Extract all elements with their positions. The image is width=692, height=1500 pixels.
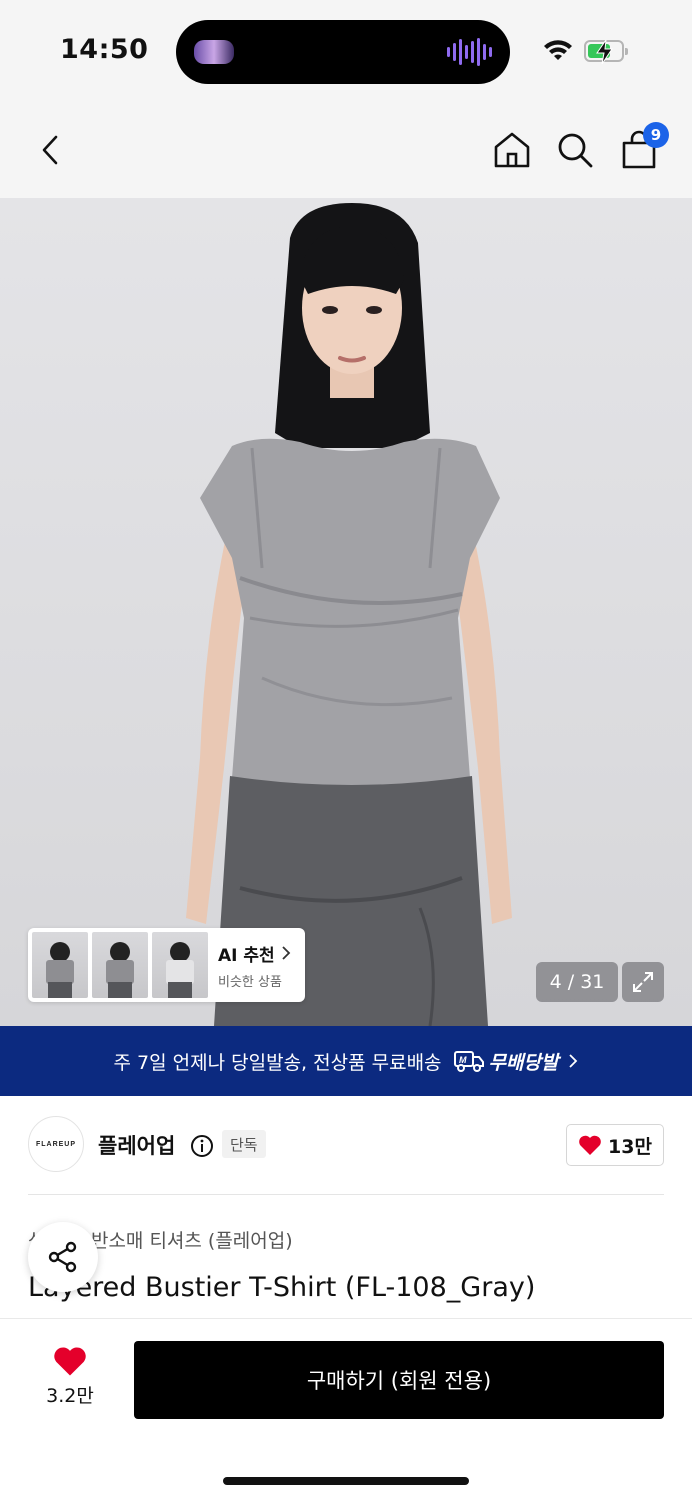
battery-icon bbox=[584, 40, 628, 64]
brand-logo[interactable]: FLAREUP bbox=[28, 1116, 84, 1172]
chevron-right-icon bbox=[282, 946, 290, 960]
info-icon[interactable] bbox=[190, 1134, 214, 1158]
status-bar: 14:50 bbox=[0, 0, 692, 100]
wishlist-count: 3.2만 bbox=[46, 1385, 94, 1407]
free-shipping-banner[interactable]: 주 7일 언제나 당일발송, 전상품 무료배송 M 무배당발 bbox=[0, 1026, 692, 1096]
home-button[interactable] bbox=[490, 126, 534, 174]
truck-badge-letter: M bbox=[459, 1055, 467, 1065]
exclusive-tag: 단독 bbox=[222, 1130, 266, 1158]
brand-like-button[interactable]: 13만 bbox=[566, 1124, 664, 1166]
banner-brand-label: 무배당발 bbox=[488, 1051, 559, 1074]
brand-row: FLAREUP 플레어업 단독 13만 bbox=[28, 1116, 664, 1174]
product-image-carousel[interactable]: AI 추천 비슷한 상품 4 / 31 bbox=[0, 198, 692, 1026]
brand-name[interactable]: 플레어업 bbox=[98, 1130, 175, 1160]
wifi-icon bbox=[544, 40, 572, 60]
now-playing-artwork bbox=[194, 40, 234, 64]
ai-recommend-title-row: AI 추천 bbox=[218, 941, 291, 966]
image-counter: 4 / 31 bbox=[536, 962, 618, 1002]
ai-recommend-card[interactable]: AI 추천 비슷한 상품 bbox=[28, 928, 305, 1002]
back-icon bbox=[42, 135, 58, 165]
ai-recommend-title: AI 추천 bbox=[218, 945, 275, 966]
dynamic-island[interactable] bbox=[176, 20, 510, 84]
heart-icon bbox=[579, 1135, 601, 1155]
divider bbox=[28, 1194, 664, 1195]
expand-icon bbox=[633, 972, 653, 992]
search-icon bbox=[558, 133, 593, 168]
brand-like-count: 13만 bbox=[608, 1135, 652, 1158]
home-icon bbox=[494, 132, 530, 168]
product-title: Layered Bustier T-Shirt (FL-108_Gray) bbox=[28, 1272, 536, 1303]
home-indicator[interactable] bbox=[223, 1477, 469, 1485]
bottom-action-bar: 3.2만 구매하기 (회원 전용) bbox=[0, 1318, 692, 1500]
product-photo bbox=[186, 203, 512, 1026]
search-button[interactable] bbox=[553, 126, 597, 174]
back-button[interactable] bbox=[28, 126, 72, 174]
ai-recommend-text: AI 추천 비슷한 상품 bbox=[218, 941, 291, 990]
delivery-truck-icon: M bbox=[453, 1051, 484, 1072]
ai-recommend-subtitle: 비슷한 상품 bbox=[218, 974, 282, 990]
audio-wave-icon bbox=[447, 38, 492, 66]
top-navigation: 9 bbox=[0, 100, 692, 198]
share-button[interactable] bbox=[28, 1222, 98, 1292]
recommend-thumbnail[interactable] bbox=[152, 932, 208, 998]
chevron-right-icon bbox=[569, 1054, 578, 1068]
share-icon bbox=[48, 1241, 77, 1273]
recommend-thumbnail[interactable] bbox=[92, 932, 148, 998]
cart-count-badge: 9 bbox=[643, 122, 669, 148]
recommend-thumbnail[interactable] bbox=[32, 932, 88, 998]
banner-brand: M 무배당발 bbox=[453, 1048, 559, 1075]
status-time: 14:50 bbox=[60, 34, 149, 65]
banner-text: 주 7일 언제나 당일발송, 전상품 무료배송 bbox=[113, 1051, 442, 1074]
cart-button[interactable]: 9 bbox=[617, 122, 669, 174]
buy-button[interactable]: 구매하기 (회원 전용) bbox=[134, 1341, 664, 1419]
expand-image-button[interactable] bbox=[622, 962, 664, 1002]
heart-icon bbox=[54, 1347, 86, 1376]
wishlist-button[interactable]: 3.2만 bbox=[28, 1345, 112, 1408]
